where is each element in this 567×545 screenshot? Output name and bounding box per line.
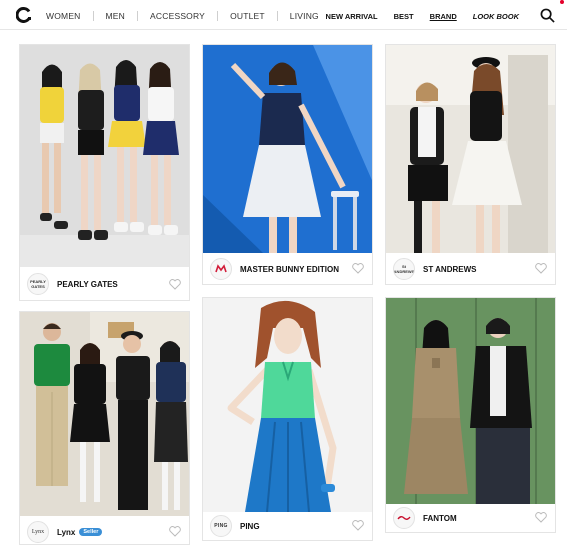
nav-item-accessory[interactable]: ACCESSORY <box>138 11 219 21</box>
brand-info: St ANDREWS ST ANDREWS <box>386 256 555 282</box>
brand-name[interactable]: FANTOM <box>423 514 457 523</box>
nav-item-men[interactable]: MEN <box>94 11 139 21</box>
nav-item-best[interactable]: BEST <box>394 12 414 21</box>
nav-item-brand[interactable]: BRAND <box>430 12 457 21</box>
brand-card-fantom[interactable]: FANTOM <box>385 297 556 533</box>
category-nav: WOMEN MEN ACCESSORY OUTLET LIVING <box>44 11 331 21</box>
nav-item-living[interactable]: LIVING <box>278 11 331 21</box>
heart-icon[interactable] <box>352 520 364 531</box>
brand-card-lynx[interactable]: Lynx Lynx Seller <box>19 311 190 545</box>
heart-icon[interactable] <box>535 512 547 523</box>
fantom-logo-icon <box>397 516 411 520</box>
brand-logo <box>393 507 415 529</box>
brand-logo: PEARLY GATES <box>27 273 49 295</box>
brand-name[interactable]: Lynx <box>57 528 75 537</box>
brand-logo <box>210 258 232 280</box>
heart-icon[interactable] <box>169 279 181 290</box>
brand-photo[interactable] <box>203 298 372 512</box>
brand-name[interactable]: ST ANDREWS <box>423 265 476 274</box>
brand-info: PING PING <box>203 513 372 539</box>
brand-card-ping[interactable]: PING PING <box>202 297 373 541</box>
search-icon[interactable] <box>540 8 555 23</box>
heart-icon[interactable] <box>535 263 547 274</box>
feature-nav: NEW ARRIVAL BEST BRAND LOOK BOOK <box>326 12 519 21</box>
heart-icon[interactable] <box>352 263 364 274</box>
nav-item-women[interactable]: WOMEN <box>44 11 94 21</box>
nav-item-outlet[interactable]: OUTLET <box>218 11 278 21</box>
brand-info: Lynx Lynx Seller <box>20 519 189 545</box>
brand-photo[interactable] <box>386 298 555 504</box>
nav-item-look-book[interactable]: LOOK BOOK <box>473 12 519 21</box>
brand-card-master-bunny-edition[interactable]: MASTER BUNNY EDITION <box>202 44 373 285</box>
heart-icon[interactable] <box>169 526 181 537</box>
brand-card-st-andrews[interactable]: St ANDREWS ST ANDREWS <box>385 44 556 285</box>
brand-logo: Lynx <box>27 521 49 543</box>
brand-logo: St ANDREWS <box>393 258 415 280</box>
brand-info: FANTOM <box>386 505 555 531</box>
brand-name[interactable]: MASTER BUNNY EDITION <box>240 265 339 274</box>
brand-photo[interactable] <box>386 45 555 253</box>
master-bunny-logo-icon <box>215 264 227 273</box>
brand-info: PEARLY GATES PEARLY GATES <box>20 270 189 298</box>
brand-name[interactable]: PING <box>240 522 260 531</box>
brand-name[interactable]: PEARLY GATES <box>57 280 118 289</box>
brand-logo: PING <box>210 515 232 537</box>
brand-photo[interactable] <box>20 45 189 267</box>
brand-photo[interactable] <box>203 45 372 253</box>
brand-photo[interactable] <box>20 312 189 516</box>
seller-badge: Seller <box>79 528 103 536</box>
notification-dot <box>560 0 564 4</box>
top-nav-bar: WOMEN MEN ACCESSORY OUTLET LIVING NEW AR… <box>0 0 567 30</box>
site-logo-icon[interactable] <box>16 7 32 23</box>
nav-item-new-arrival[interactable]: NEW ARRIVAL <box>326 12 378 21</box>
brand-card-pearly-gates[interactable]: PEARLY GATES PEARLY GATES <box>19 44 190 301</box>
brand-info: MASTER BUNNY EDITION <box>203 256 372 282</box>
